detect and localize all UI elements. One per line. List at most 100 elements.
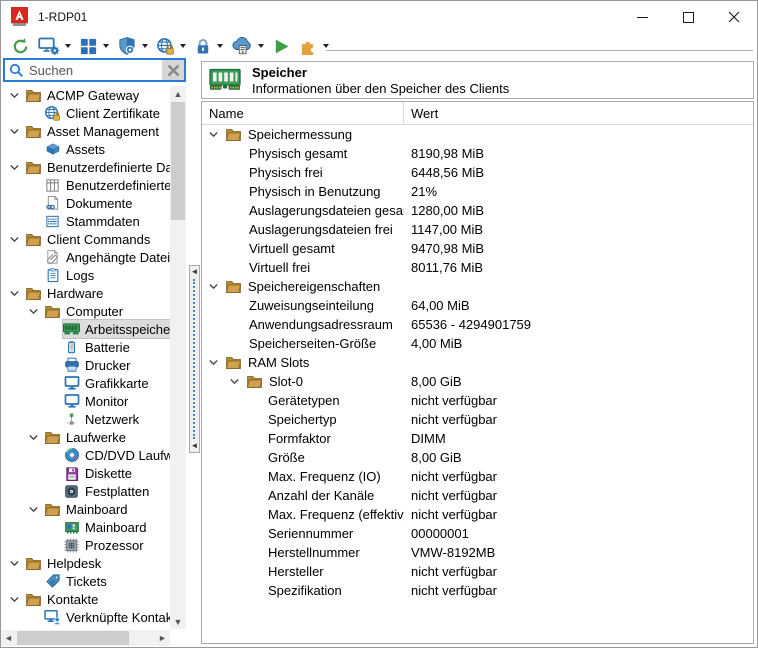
table-row-virtuell-gesamt[interactable]: Virtuell gesamt9470,98 MiB	[202, 239, 753, 258]
table-row-hersteller[interactable]: Herstellernicht verfügbar	[202, 562, 753, 581]
table-row-ram-slots[interactable]: RAM Slots	[202, 353, 753, 372]
table-row-slot-0[interactable]: Slot-08,00 GiB	[202, 372, 753, 391]
chevron-down-icon[interactable]	[7, 161, 25, 174]
chevron-down-icon[interactable]	[7, 125, 25, 138]
toolbar-security-button[interactable]	[114, 35, 151, 57]
toolbar-remote-access-button[interactable]	[228, 35, 267, 57]
chevron-down-icon[interactable]	[207, 128, 225, 141]
dropdown-caret-icon[interactable]	[217, 44, 223, 48]
tree-item-laufwerke[interactable]: Laufwerke	[1, 428, 170, 446]
table-row-spezifikation[interactable]: Spezifikationnicht verfügbar	[202, 581, 753, 600]
scroll-right-arrow-icon[interactable]: ►	[155, 630, 170, 646]
toolbar-lock-button[interactable]	[191, 36, 226, 57]
collapse-left-icon[interactable]: ◄	[191, 268, 199, 276]
tree-item-dokumente[interactable]: Dokumente	[1, 194, 170, 212]
tree-item-cd-dvd-laufwerke[interactable]: CD/DVD Laufwerke	[1, 446, 170, 464]
dropdown-caret-icon[interactable]	[180, 44, 186, 48]
dropdown-caret-icon[interactable]	[65, 44, 71, 48]
table-row-speichermessung[interactable]: Speichermessung	[202, 125, 753, 144]
tree-item-batterie[interactable]: Batterie	[1, 338, 170, 356]
tree-item-arbeitsspeicher[interactable]: Arbeitsspeicher	[1, 320, 170, 338]
dropdown-caret-icon[interactable]	[142, 44, 148, 48]
tree-item-computer[interactable]: Computer	[1, 302, 170, 320]
panel-splitter[interactable]: ◄ ◄	[189, 265, 200, 453]
tree-item-client-commands[interactable]: Client Commands	[1, 230, 170, 248]
chevron-down-icon[interactable]	[26, 431, 44, 444]
table-row-anwendungsadressraum[interactable]: Anwendungsadressraum65536 - 4294901759	[202, 315, 753, 334]
tree-item-diskette[interactable]: Diskette	[1, 464, 170, 482]
collapse-left-icon[interactable]: ◄	[191, 442, 199, 450]
tree-item-festplatten[interactable]: Festplatten	[1, 482, 170, 500]
tree-item-angehängte-dateien[interactable]: Angehängte Dateien	[1, 248, 170, 266]
tree-item-prozessor[interactable]: Prozessor	[1, 536, 170, 554]
minimize-button[interactable]	[619, 1, 665, 33]
dropdown-caret-icon[interactable]	[323, 44, 329, 48]
tree-item-kontakte[interactable]: Kontakte	[1, 590, 170, 608]
toolbar-run-button[interactable]	[269, 36, 294, 57]
tree-item-client-zertifikate[interactable]: Client Zertifikate	[1, 104, 170, 122]
table-row-gerätetypen[interactable]: Gerätetypennicht verfügbar	[202, 391, 753, 410]
chevron-down-icon[interactable]	[228, 375, 246, 388]
table-row-virtuell-frei[interactable]: Virtuell frei8011,76 MiB	[202, 258, 753, 277]
chevron-down-icon[interactable]	[26, 503, 44, 516]
tree-item-mainboard[interactable]: Mainboard	[1, 518, 170, 536]
tree-vertical-scrollbar[interactable]: ▲ ▼	[170, 86, 186, 629]
table-row-physisch-in-benutzung[interactable]: Physisch in Benutzung21%	[202, 182, 753, 201]
tree-item-assets[interactable]: Assets	[1, 140, 170, 158]
chevron-down-icon[interactable]	[7, 233, 25, 246]
toolbar-certificates-button[interactable]	[153, 36, 189, 57]
table-row-physisch-frei[interactable]: Physisch frei6448,56 MiB	[202, 163, 753, 182]
table-row-seriennummer[interactable]: Seriennummer00000001	[202, 524, 753, 543]
tree-item-verknüpfte-kontakte[interactable]: Verknüpfte Kontakte	[1, 608, 170, 626]
table-row-max-frequenz-io[interactable]: Max. Frequenz (IO)nicht verfügbar	[202, 467, 753, 486]
chevron-down-icon[interactable]	[207, 356, 225, 369]
toolbar-refresh-button[interactable]	[8, 36, 33, 57]
dropdown-caret-icon[interactable]	[103, 44, 109, 48]
tree-item-tickets[interactable]: Tickets	[1, 572, 170, 590]
scroll-up-arrow-icon[interactable]: ▲	[170, 86, 186, 101]
table-row-max-frequenz-effektiv[interactable]: Max. Frequenz (effektiv)nicht verfügbar	[202, 505, 753, 524]
table-row-speichereigenschaften[interactable]: Speichereigenschaften	[202, 277, 753, 296]
dropdown-caret-icon[interactable]	[258, 44, 264, 48]
tree-item-netzwerk[interactable]: Netzwerk	[1, 410, 170, 428]
chevron-down-icon[interactable]	[7, 593, 25, 606]
tree-item-helpdesk[interactable]: Helpdesk	[1, 554, 170, 572]
tree-item-hardware[interactable]: Hardware	[1, 284, 170, 302]
table-row-auslagerungsdateien-gesamt[interactable]: Auslagerungsdateien gesamt1280,00 MiB	[202, 201, 753, 220]
search-input[interactable]	[27, 62, 162, 79]
chevron-down-icon[interactable]	[26, 305, 44, 318]
tree-item-asset-management[interactable]: Asset Management	[1, 122, 170, 140]
chevron-down-icon[interactable]	[7, 287, 25, 300]
tree-item-grafikkarte[interactable]: Grafikkarte	[1, 374, 170, 392]
scroll-left-arrow-icon[interactable]: ◄	[1, 630, 16, 646]
tree-item-drucker[interactable]: Drucker	[1, 356, 170, 374]
tree-horizontal-scrollbar[interactable]: ◄ ►	[1, 630, 170, 646]
tree-hscroll-thumb[interactable]	[17, 631, 129, 645]
table-row-formfaktor[interactable]: FormfaktorDIMM	[202, 429, 753, 448]
tree-item-acmp-gateway[interactable]: ACMP Gateway	[1, 86, 170, 104]
tree-item-monitor[interactable]: Monitor	[1, 392, 170, 410]
toolbar-modules-button[interactable]	[76, 36, 112, 57]
tree-item-benutzerdefinierte-daten[interactable]: Benutzerdefinierte Daten	[1, 158, 170, 176]
maximize-button[interactable]	[665, 1, 711, 33]
scroll-down-arrow-icon[interactable]: ▼	[170, 614, 186, 629]
table-row-herstellnummer[interactable]: HerstellnummerVMW-8192MB	[202, 543, 753, 562]
column-header-name[interactable]: Name	[202, 102, 404, 124]
table-row-speichertyp[interactable]: Speichertypnicht verfügbar	[202, 410, 753, 429]
tree-item-mainboard[interactable]: Mainboard	[1, 500, 170, 518]
tree-item-logs[interactable]: Logs	[1, 266, 170, 284]
table-row-auslagerungsdateien-frei[interactable]: Auslagerungsdateien frei1147,00 MiB	[202, 220, 753, 239]
tree-item-stammdaten[interactable]: Stammdaten	[1, 212, 170, 230]
column-header-wert[interactable]: Wert	[404, 106, 438, 121]
toolbar-plugins-button[interactable]	[296, 36, 332, 57]
tree-vscroll-thumb[interactable]	[171, 102, 185, 220]
chevron-down-icon[interactable]	[207, 280, 225, 293]
tree-item-benutzerdefinierte-felder[interactable]: Benutzerdefinierte Felder	[1, 176, 170, 194]
table-row-speicherseiten-größe[interactable]: Speicherseiten-Größe4,00 MiB	[202, 334, 753, 353]
chevron-down-icon[interactable]	[7, 89, 25, 102]
close-button[interactable]	[711, 1, 757, 33]
toolbar-client-commands-button[interactable]	[35, 35, 74, 57]
table-row-physisch-gesamt[interactable]: Physisch gesamt8190,98 MiB	[202, 144, 753, 163]
table-row-anzahl-der-kanäle[interactable]: Anzahl der Kanälenicht verfügbar	[202, 486, 753, 505]
table-row-größe[interactable]: Größe8,00 GiB	[202, 448, 753, 467]
